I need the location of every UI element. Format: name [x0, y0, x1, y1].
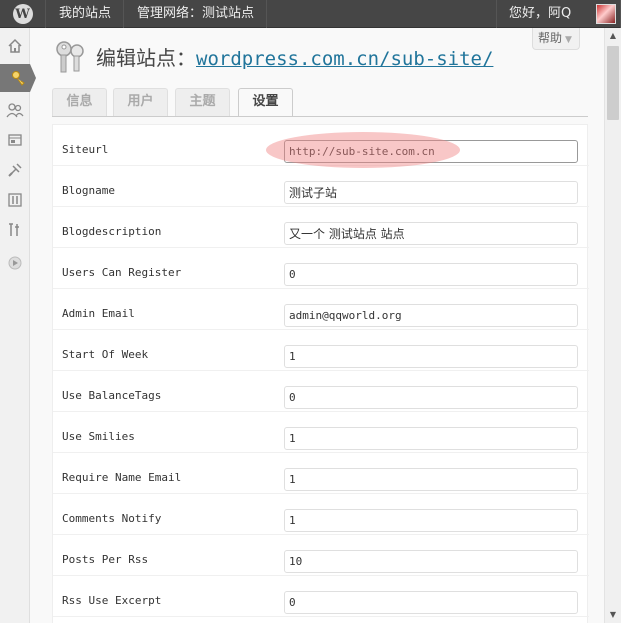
form-row: Blogdescription [53, 207, 589, 248]
admin-email-input[interactable] [284, 304, 578, 327]
field-label: Use Smilies [62, 430, 135, 443]
field-label: Comments Notify [62, 512, 162, 525]
field-label: Start Of Week [62, 348, 149, 361]
field-label: Require Name Email [62, 471, 182, 484]
tab-users[interactable]: 用户 [113, 88, 168, 116]
blogdescription-input[interactable] [284, 222, 578, 245]
tools-icon[interactable] [0, 186, 30, 214]
field-label: Siteurl [62, 143, 109, 156]
form-row: Admin Email [53, 289, 589, 330]
plugins-icon[interactable] [0, 156, 30, 184]
my-sites-menu[interactable]: 我的站点 [47, 0, 125, 28]
form-row: Use BalanceTags [53, 371, 589, 412]
blogname-input[interactable] [284, 181, 578, 204]
posts-per-rss-input[interactable] [284, 550, 578, 573]
form-row: Posts Per Rss [53, 535, 589, 576]
field-label: Users Can Register [62, 266, 182, 279]
field-label: Posts Per Rss [62, 553, 149, 566]
help-button[interactable]: 帮助 ▼ [532, 28, 580, 50]
form-row: Start Of Week [53, 330, 589, 371]
tab-settings[interactable]: 设置 [238, 88, 293, 117]
field-label: Blogdescription [62, 225, 162, 238]
comments-notify-input[interactable] [284, 509, 578, 532]
tab-themes[interactable]: 主题 [175, 88, 230, 116]
form-row: Siteurl [53, 125, 589, 166]
vertical-scrollbar[interactable]: ▲ ▼ [604, 28, 621, 623]
greeting-text: 您好，阿Q [509, 6, 572, 21]
scroll-up-icon[interactable]: ▲ [605, 28, 621, 44]
tab-info[interactable]: 信息 [52, 88, 107, 116]
rss-use-excerpt-input[interactable] [284, 591, 578, 614]
field-label: Rss Use Excerpt [62, 594, 162, 607]
sites-icon[interactable] [0, 64, 36, 92]
start-of-week-input[interactable] [284, 345, 578, 368]
form-row: Users Can Register [53, 248, 589, 289]
avatar [596, 4, 616, 24]
help-label: 帮助 [538, 31, 563, 45]
settings-icon[interactable] [0, 216, 30, 244]
scroll-thumb[interactable] [607, 46, 619, 120]
field-label: Use BalanceTags [62, 389, 162, 402]
form-row: Rss Use Excerpt [53, 576, 589, 617]
form-row: Comments Notify [53, 494, 589, 535]
siteurl-input[interactable] [284, 140, 578, 163]
dashboard-icon[interactable] [0, 32, 30, 60]
admin-bar: W 我的站点 管理网络：测试站点 您好，阿Q [0, 0, 621, 28]
users-can-register-input[interactable] [284, 263, 578, 286]
tabs-divider [52, 116, 588, 117]
field-label: Blogname [62, 184, 115, 197]
sites-keys-icon [52, 40, 88, 74]
wordpress-logo-icon[interactable]: W [0, 0, 46, 28]
field-label: Admin Email [62, 307, 135, 320]
use-balancetags-input[interactable] [284, 386, 578, 409]
page-title-prefix: 编辑站点： [96, 46, 196, 70]
settings-form: Siteurl Blogname Blogdescription Users C… [52, 124, 589, 623]
use-smilies-input[interactable] [284, 427, 578, 450]
collapse-icon[interactable] [0, 249, 30, 277]
form-row: Use Smilies [53, 412, 589, 453]
site-url-link[interactable]: wordpress.com.cn/sub-site/ [196, 48, 493, 70]
form-row: Require Name Email [53, 453, 589, 494]
require-name-email-input[interactable] [284, 468, 578, 491]
page-title: 编辑站点：wordpress.com.cn/sub-site/ [96, 42, 493, 71]
form-row: Blogname [53, 166, 589, 207]
scroll-down-icon[interactable]: ▼ [605, 607, 621, 623]
themes-icon[interactable] [0, 126, 30, 154]
users-icon[interactable] [0, 96, 30, 124]
chevron-down-icon: ▼ [565, 35, 572, 45]
admin-side-menu [0, 28, 36, 623]
network-admin-menu[interactable]: 管理网络：测试站点 [125, 0, 268, 28]
account-menu[interactable]: 您好，阿Q [496, 0, 621, 28]
